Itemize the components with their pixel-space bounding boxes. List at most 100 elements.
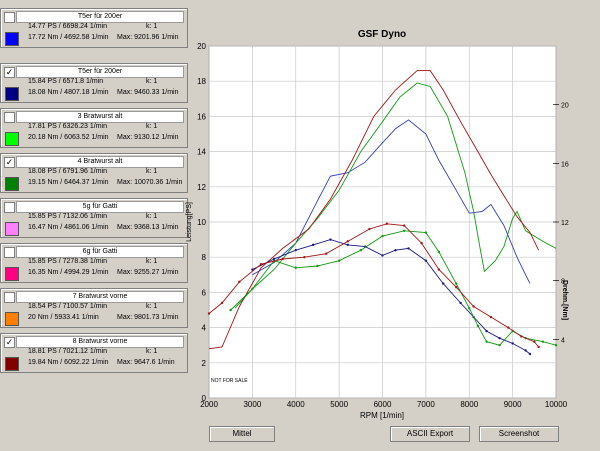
- torque-point: [337, 259, 341, 262]
- torque-point: [424, 231, 428, 234]
- torque-point: [459, 301, 462, 305]
- run-checkbox[interactable]: [4, 202, 15, 213]
- torque-point: [455, 282, 458, 285]
- torque-point: [442, 282, 445, 285]
- torque-point: [472, 315, 475, 319]
- run-torque: 19.84 Nm / 6092.22 1/min: [28, 359, 109, 366]
- torque-point: [385, 222, 389, 225]
- torque-point: [485, 329, 488, 333]
- y-tick-label: 16: [197, 112, 206, 121]
- torque-point: [498, 336, 501, 340]
- run-color-swatch[interactable]: [5, 357, 19, 371]
- torque-point: [407, 247, 410, 250]
- run-checkbox[interactable]: [4, 12, 15, 23]
- run-checkbox[interactable]: ✓: [4, 337, 15, 348]
- run-torque: 16.35 Nm / 4994.29 1/min: [28, 269, 109, 276]
- torque-point: [498, 344, 501, 347]
- run-power: 15.84 PS / 6571.8 1/min: [28, 78, 104, 85]
- series-layer: [207, 70, 558, 356]
- torque-point: [303, 256, 306, 259]
- y-tick-label: 6: [202, 288, 207, 297]
- torque-point: [524, 349, 527, 352]
- run-power: 15.85 PS / 7278.38 1/min: [28, 258, 107, 265]
- torque-point: [281, 257, 284, 261]
- run-power: 18.08 PS / 6791.96 1/min: [28, 168, 107, 175]
- run-k-factor: k: 1: [146, 213, 158, 220]
- run-max-rpm: Max: 9130.12 1/min: [117, 134, 179, 141]
- run-color-swatch[interactable]: [5, 132, 19, 146]
- run-power: 14.77 PS / 6698.24 1/min: [28, 23, 107, 30]
- torque-point: [402, 224, 406, 227]
- torque-point: [324, 252, 328, 255]
- mittel-button[interactable]: Mittel: [209, 426, 275, 442]
- run-k-factor: k: 1: [146, 303, 158, 310]
- run-color-swatch[interactable]: [5, 267, 19, 281]
- y-tick-label: 4: [202, 324, 207, 333]
- axis-ticks: 2000 3000 4000 5000 6000 7000 8000 9000 10000 0 2 4…: [197, 42, 569, 409]
- run-torque: 16.47 Nm / 4861.06 1/min: [28, 224, 109, 231]
- plot-area: [208, 45, 557, 399]
- run-k-factor: k: 1: [146, 23, 158, 30]
- y-tick-label: 10: [197, 218, 206, 227]
- run-power: 18.54 PS / 7100.57 1/min: [28, 303, 107, 310]
- run-max-rpm: Max: 9801.73 1/min: [117, 314, 179, 321]
- run-checkbox[interactable]: [4, 112, 15, 123]
- series-torque-line: [252, 239, 531, 355]
- y2-axis-label: Drehm.[Nm]: [561, 280, 568, 320]
- run-panel: 7 Bratwurst vorne 18.54 PS / 7100.57 1/mi…: [0, 288, 188, 328]
- torque-point: [381, 234, 384, 238]
- series-power-line: [208, 70, 540, 350]
- torque-point: [259, 263, 263, 266]
- screenshot-button[interactable]: Screenshot: [479, 426, 559, 442]
- torque-point: [359, 248, 363, 252]
- torque-point: [468, 307, 471, 310]
- run-max-rpm: Max: 10070.36 1/min: [117, 179, 183, 186]
- torque-point: [316, 264, 319, 268]
- run-color-swatch[interactable]: [5, 312, 19, 326]
- run-checkbox[interactable]: [4, 247, 15, 258]
- x-tick-label: 5000: [330, 400, 348, 409]
- run-max-rpm: Max: 9460.33 1/min: [117, 89, 179, 96]
- torque-point: [511, 342, 514, 345]
- x-tick-label: 8000: [460, 400, 478, 409]
- run-panel: ✓ 8 Bratwurst vorne 18.81 PS / 7021.12 1/m…: [0, 333, 188, 373]
- torque-point: [533, 340, 536, 343]
- y2-tick-label: 4: [561, 337, 565, 344]
- run-color-swatch[interactable]: [5, 87, 19, 101]
- run-torque: 19.15 Nm / 6464.37 1/min: [28, 179, 109, 186]
- run-k-factor: k: 1: [146, 123, 158, 130]
- torque-point: [346, 240, 349, 243]
- run-panel: ✓ 4 Bratwurst alt 18.08 PS / 6791.96 1/min…: [0, 153, 188, 193]
- torque-point: [238, 280, 241, 284]
- torque-point: [251, 268, 254, 271]
- series-torque-line: [208, 223, 539, 348]
- torque-point: [420, 241, 423, 245]
- y-tick-label: 0: [202, 394, 207, 403]
- torque-point: [424, 259, 428, 262]
- torque-point: [220, 301, 224, 305]
- run-color-swatch[interactable]: [5, 222, 19, 236]
- torque-point: [489, 315, 493, 319]
- run-checkbox[interactable]: ✓: [4, 67, 15, 78]
- run-checkbox[interactable]: ✓: [4, 157, 15, 168]
- run-max-rpm: Max: 9647.6 1/min: [117, 359, 175, 366]
- y-tick-label: 20: [197, 42, 206, 51]
- torque-point: [294, 266, 297, 269]
- run-panel: 6g für Gatti 15.85 PS / 7278.38 1/min k: 1…: [0, 243, 188, 283]
- run-k-factor: k: 1: [146, 168, 158, 175]
- run-max-rpm: Max: 9201.96 1/min: [117, 34, 179, 41]
- torque-point: [368, 227, 371, 231]
- torque-point: [511, 329, 514, 333]
- run-color-swatch[interactable]: [5, 177, 19, 191]
- run-color-swatch[interactable]: [5, 32, 19, 46]
- x-tick-label: 6000: [374, 400, 392, 409]
- run-panel: T5er für 200er 14.77 PS / 6698.24 1/min k:…: [0, 8, 188, 48]
- ascii-export-button[interactable]: ASCII Export: [390, 426, 470, 442]
- run-power: 18.81 PS / 7021.12 1/min: [28, 348, 107, 355]
- series-torque-line: [230, 230, 557, 346]
- torque-point: [294, 248, 297, 252]
- torque-point: [528, 352, 532, 356]
- y2-tick-label: 8: [561, 279, 565, 286]
- run-checkbox[interactable]: [4, 292, 15, 303]
- run-torque: 18.08 Nm / 4807.18 1/min: [28, 89, 109, 96]
